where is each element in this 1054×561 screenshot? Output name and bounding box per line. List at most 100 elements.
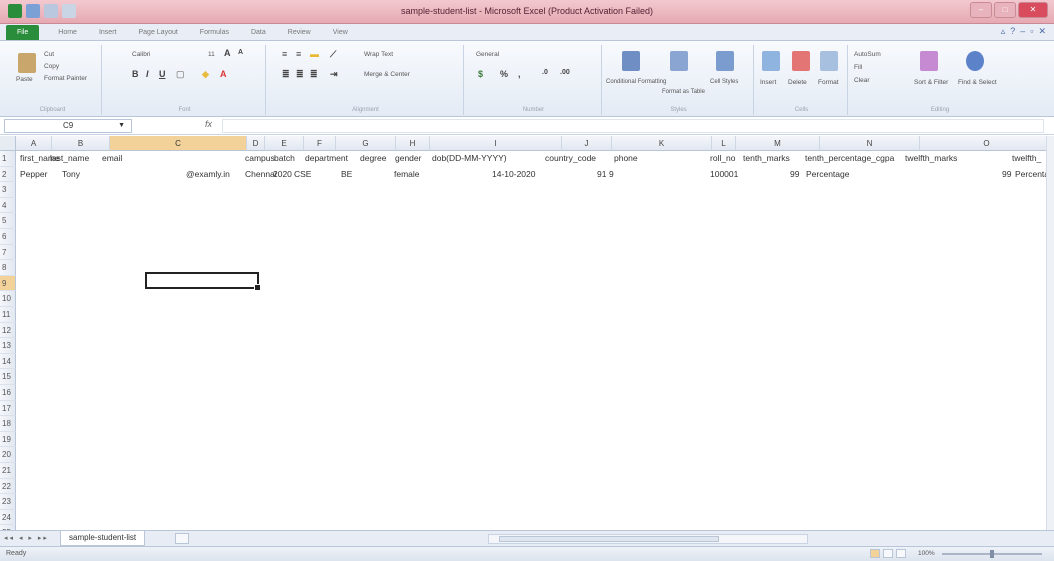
header-cell[interactable]: degree <box>358 151 388 166</box>
row-header-10[interactable]: 10 <box>0 291 16 307</box>
formula-input[interactable] <box>222 119 1044 133</box>
insert-cells-button[interactable]: Insert <box>760 79 776 86</box>
sort-filter-icon[interactable] <box>920 51 938 71</box>
maximize-button[interactable]: □ <box>994 2 1016 18</box>
format-as-table-button[interactable]: Format as Table <box>662 89 705 95</box>
column-header-d[interactable]: D <box>247 136 265 151</box>
italic-icon[interactable]: I <box>146 69 149 79</box>
row-header-11[interactable]: 11 <box>0 307 16 323</box>
chevron-down-icon[interactable]: ▼ <box>118 120 125 132</box>
find-select-icon[interactable] <box>966 51 984 71</box>
tab-file[interactable]: File <box>6 24 40 40</box>
align-center-icon[interactable]: ≣ <box>296 69 304 80</box>
row-header-20[interactable]: 20 <box>0 447 16 463</box>
minimize-button[interactable]: – <box>970 2 992 18</box>
column-header-i[interactable]: I <box>430 136 562 151</box>
currency-icon[interactable]: $ <box>478 69 483 79</box>
insert-sheet-icon[interactable] <box>175 533 189 544</box>
header-cell[interactable]: department <box>303 151 350 166</box>
column-header-o[interactable]: O <box>920 136 1054 151</box>
row-header-13[interactable]: 13 <box>0 338 16 354</box>
conditional-formatting-button[interactable]: Conditional Formatting <box>606 79 666 85</box>
header-cell[interactable]: tenth_percentage_cgpa <box>803 151 896 166</box>
bold-icon[interactable]: B <box>132 69 139 79</box>
normal-view-icon[interactable] <box>870 549 880 558</box>
row-header-19[interactable]: 19 <box>0 431 16 448</box>
workbook-restore-icon[interactable]: ▫ <box>1030 26 1033 37</box>
row-header-21[interactable]: 21 <box>0 463 16 479</box>
header-cell[interactable]: tenth_marks <box>741 151 792 166</box>
zoom-slider[interactable] <box>942 550 1042 558</box>
column-header-a[interactable]: A <box>16 136 52 151</box>
help-icon[interactable]: ? <box>1010 26 1015 37</box>
delete-cells-button[interactable]: Delete <box>788 79 807 86</box>
sort-filter-button[interactable]: Sort & Filter <box>914 79 948 86</box>
row-header-4[interactable]: 4 <box>0 197 16 214</box>
data-cell[interactable]: Pepper <box>18 167 49 182</box>
font-color-icon[interactable]: A <box>220 69 227 79</box>
borders-icon[interactable]: ▢ <box>176 69 185 80</box>
clear-button[interactable]: Clear <box>854 77 870 84</box>
decrease-decimal-icon[interactable]: .00 <box>560 69 570 76</box>
zoom-level[interactable]: 100% <box>918 550 935 557</box>
data-cell[interactable]: 2020 <box>271 167 294 182</box>
data-cell[interactable]: female <box>392 167 422 182</box>
column-header-j[interactable]: J <box>562 136 612 151</box>
increase-decimal-icon[interactable]: .0 <box>542 69 548 76</box>
column-header-c[interactable]: C <box>110 136 247 151</box>
format-cells-button[interactable]: Format <box>818 79 839 86</box>
tab-data[interactable]: Data <box>240 29 277 36</box>
row-header-18[interactable]: 18 <box>0 416 16 432</box>
tab-insert[interactable]: Insert <box>88 29 128 36</box>
number-format-select[interactable]: General <box>476 51 499 58</box>
data-cell[interactable]: 99 <box>788 167 801 182</box>
percent-icon[interactable]: % <box>500 69 508 79</box>
data-cell[interactable]: Percentage <box>804 167 851 182</box>
header-cell[interactable]: country_code <box>543 151 598 166</box>
data-cell[interactable]: CSE <box>292 167 313 182</box>
row-header-8[interactable]: 8 <box>0 260 16 276</box>
header-cell[interactable]: phone <box>612 151 640 166</box>
delete-cells-icon[interactable] <box>792 51 810 71</box>
active-cell-selection[interactable] <box>145 272 261 291</box>
column-header-k[interactable]: K <box>612 136 712 151</box>
copy-button[interactable]: Copy <box>44 63 59 70</box>
row-header-3[interactable]: 3 <box>0 182 16 198</box>
row-header-17[interactable]: 17 <box>0 400 16 417</box>
tab-view[interactable]: View <box>322 29 359 36</box>
row-header-7[interactable]: 7 <box>0 244 16 261</box>
workbook-minimize-icon[interactable]: – <box>1020 26 1025 37</box>
horizontal-scroll-thumb[interactable] <box>499 536 719 542</box>
align-left-icon[interactable]: ≣ <box>282 69 290 80</box>
font-size-select[interactable]: 11 <box>208 51 215 58</box>
horizontal-scrollbar[interactable] <box>488 534 808 544</box>
insert-function-icon[interactable]: fx <box>205 119 212 129</box>
header-cell[interactable]: dob(DD-MM-YYYY) <box>430 151 509 166</box>
row-header-2[interactable]: 2 <box>0 166 16 183</box>
tab-home[interactable]: Home <box>47 29 88 36</box>
column-header-f[interactable]: F <box>304 136 336 151</box>
tab-page-layout[interactable]: Page Layout <box>127 29 188 36</box>
cut-button[interactable]: Cut <box>44 51 54 58</box>
row-header-15[interactable]: 15 <box>0 369 16 385</box>
autosum-button[interactable]: AutoSum <box>854 51 881 58</box>
fill-color-icon[interactable]: ◈ <box>202 69 209 80</box>
row-header-24[interactable]: 24 <box>0 509 16 526</box>
paste-icon[interactable] <box>18 53 36 73</box>
comma-icon[interactable]: , <box>518 69 521 79</box>
header-cell[interactable]: twelfth_ <box>1010 151 1043 166</box>
column-header-h[interactable]: H <box>396 136 430 151</box>
workbook-close-icon[interactable]: ✕ <box>1038 26 1046 37</box>
row-header-9[interactable]: 9 <box>0 275 16 292</box>
data-cell[interactable]: Tony <box>60 167 82 182</box>
row-header-16[interactable]: 16 <box>0 385 16 401</box>
grow-font-icon[interactable]: A <box>224 48 231 58</box>
column-header-n[interactable]: N <box>820 136 920 151</box>
shrink-font-icon[interactable]: A <box>238 49 243 56</box>
align-middle-icon[interactable]: ≡ <box>296 49 301 59</box>
page-break-view-icon[interactable] <box>896 549 906 558</box>
format-cells-icon[interactable] <box>820 51 838 71</box>
header-cell[interactable]: email <box>100 151 124 166</box>
data-cell[interactable]: @examly.in <box>184 167 232 182</box>
orientation-icon[interactable]: ⟋ <box>330 49 336 60</box>
